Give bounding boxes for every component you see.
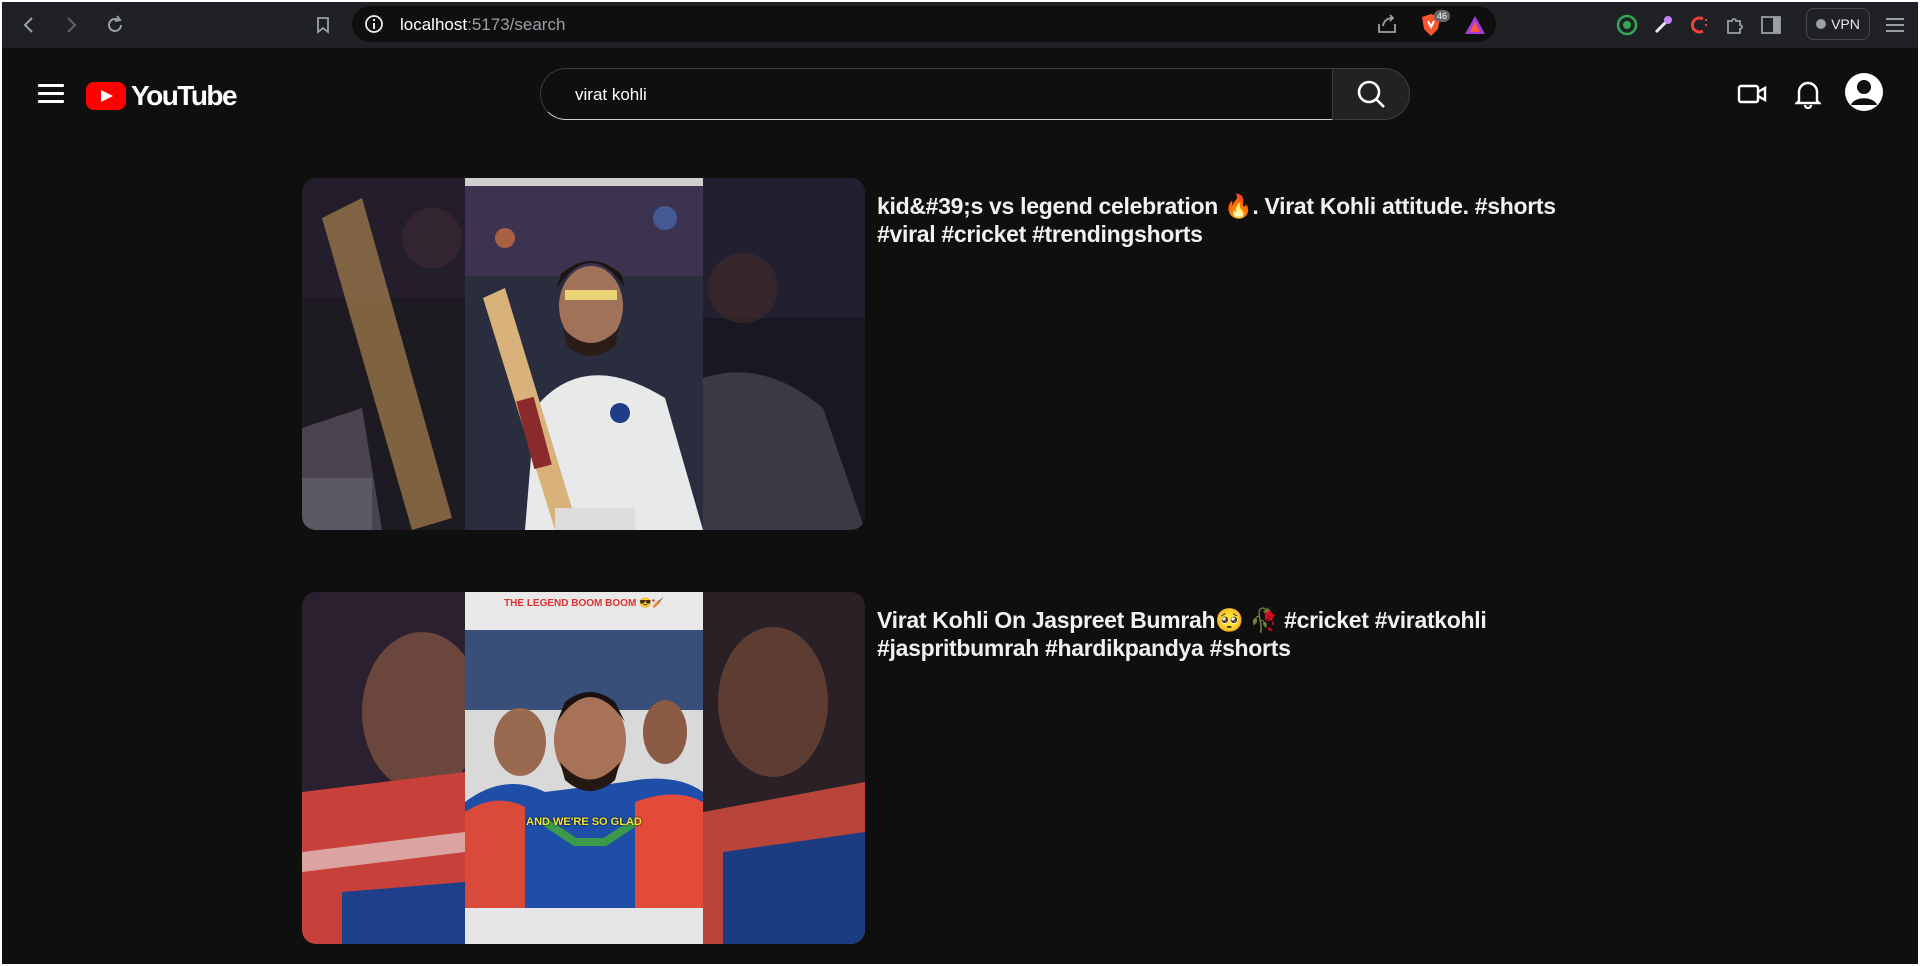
account-avatar-icon[interactable] bbox=[1844, 72, 1884, 112]
video-title[interactable]: Virat Kohli On Jaspreet Bumrah🥺 🥀 #crick… bbox=[877, 606, 1597, 662]
youtube-logo[interactable]: YouTube bbox=[86, 80, 238, 112]
shield-count-badge: 46 bbox=[1434, 10, 1451, 22]
bookmark-icon[interactable] bbox=[308, 10, 338, 40]
thumbnail-blur-right bbox=[703, 592, 865, 944]
search-result[interactable]: THE LEGEND BOOM BOOM 😎🏏 AND WE'RE SO GLA… bbox=[302, 592, 1602, 944]
vpn-button[interactable]: VPN bbox=[1806, 8, 1870, 40]
share-icon[interactable] bbox=[1376, 14, 1398, 39]
thumbnail-blur-right bbox=[703, 178, 865, 530]
video-thumbnail[interactable]: THE LEGEND BOOM BOOM 😎🏏 AND WE'RE SO GLA… bbox=[302, 592, 865, 944]
url-path: :5173/search bbox=[467, 15, 566, 34]
extension-c-icon[interactable] bbox=[1686, 12, 1712, 38]
forward-button[interactable] bbox=[56, 10, 86, 40]
vpn-label: VPN bbox=[1831, 16, 1860, 32]
reload-button[interactable] bbox=[100, 10, 130, 40]
logo-text: YouTube bbox=[131, 80, 238, 111]
extensions-puzzle-icon[interactable] bbox=[1722, 12, 1748, 38]
browser-menu-icon[interactable] bbox=[1882, 12, 1908, 38]
extension-dropper-icon[interactable] bbox=[1650, 12, 1676, 38]
site-info-icon[interactable] bbox=[364, 14, 384, 39]
search-button[interactable] bbox=[1332, 68, 1410, 120]
video-thumbnail[interactable] bbox=[302, 178, 865, 530]
url-text: localhost:5173/search bbox=[400, 15, 565, 35]
thumbnail-blur-left bbox=[302, 592, 465, 944]
create-video-icon[interactable] bbox=[1736, 78, 1768, 110]
app-frame: localhost:5173/search 46 VPN YouTube vir… bbox=[2, 2, 1918, 964]
thumbnail-main-image bbox=[465, 592, 703, 944]
thumbnail-blur-left bbox=[302, 178, 465, 530]
menu-icon[interactable] bbox=[38, 84, 64, 104]
yt-header: YouTube bbox=[2, 48, 1918, 138]
thumbnail-main-image bbox=[465, 178, 703, 530]
notifications-bell-icon[interactable] bbox=[1792, 78, 1824, 110]
video-title[interactable]: kid&#39;s vs legend celebration 🔥. Virat… bbox=[877, 192, 1597, 248]
sidebar-toggle-icon[interactable] bbox=[1758, 12, 1784, 38]
back-button[interactable] bbox=[14, 10, 44, 40]
vpn-status-icon bbox=[1816, 19, 1827, 29]
thumbnail-caption-mid: AND WE'RE SO GLAD bbox=[526, 816, 642, 828]
extension-green-icon[interactable] bbox=[1614, 12, 1640, 38]
thumbnail-caption-top: THE LEGEND BOOM BOOM 😎🏏 bbox=[504, 598, 664, 609]
browser-toolbar: localhost:5173/search 46 VPN bbox=[2, 2, 1918, 48]
youtube-play-icon bbox=[86, 82, 126, 110]
url-host: localhost bbox=[400, 15, 468, 34]
search-box bbox=[540, 68, 1334, 120]
address-bar[interactable]: localhost:5173/search bbox=[352, 6, 1496, 42]
search-input[interactable] bbox=[575, 83, 1275, 107]
search-result[interactable]: kid&#39;s vs legend celebration 🔥. Virat… bbox=[302, 178, 1602, 530]
brave-rewards-icon[interactable] bbox=[1464, 15, 1486, 40]
search-icon bbox=[1357, 80, 1385, 108]
